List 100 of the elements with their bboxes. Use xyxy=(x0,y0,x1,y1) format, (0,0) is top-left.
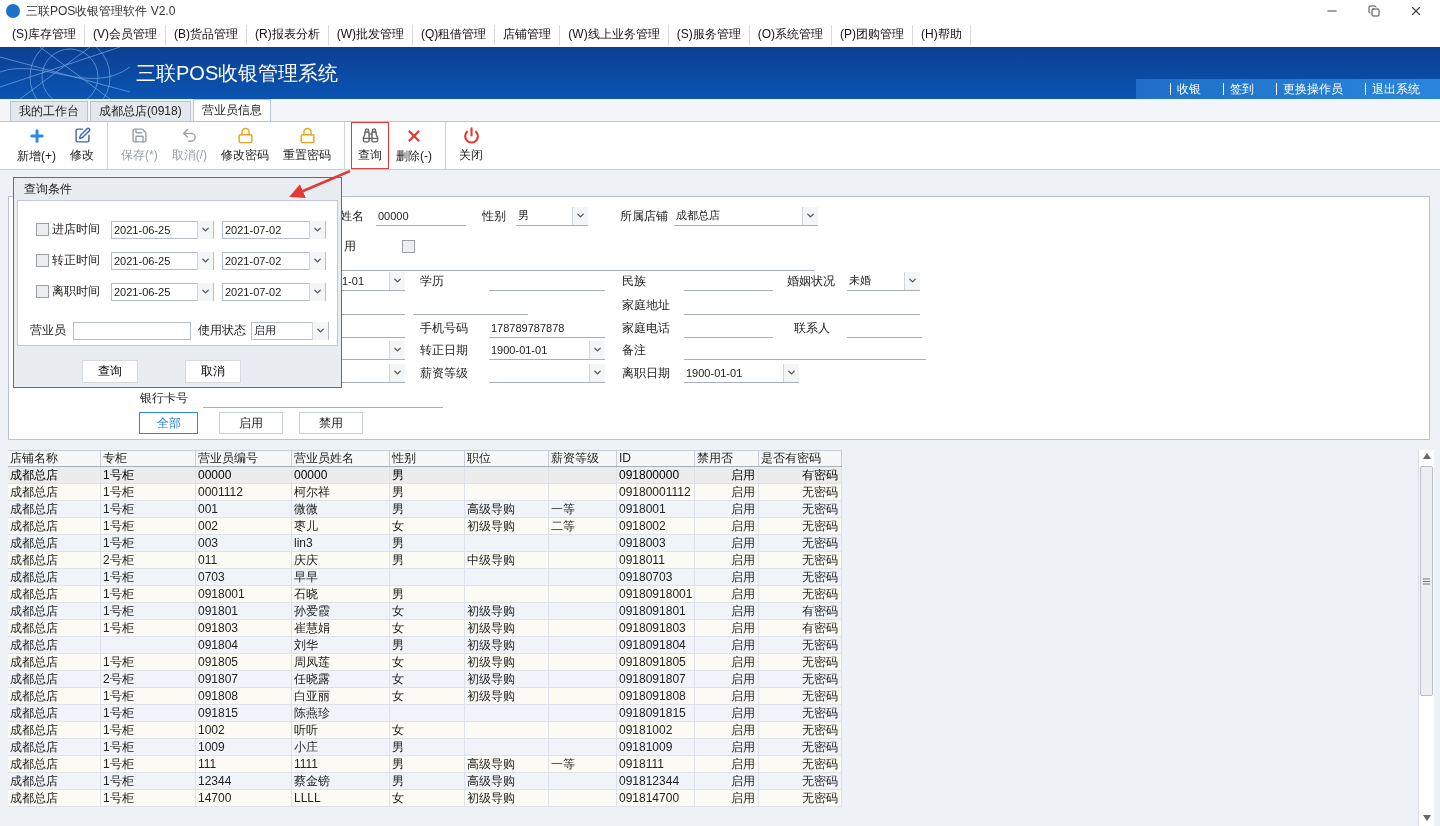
toolbar-button[interactable]: 修改 xyxy=(63,122,101,169)
filter-button[interactable]: 全部 xyxy=(139,412,198,434)
header-link[interactable]: 签到 xyxy=(1223,83,1262,95)
menu-item[interactable]: (R)报表分析 xyxy=(247,24,329,45)
column-header[interactable]: 营业员姓名 xyxy=(292,451,390,466)
column-header[interactable]: 专柜 xyxy=(101,451,196,466)
menu-item[interactable]: (O)系统管理 xyxy=(749,24,832,45)
text-field[interactable]: 00000 xyxy=(376,206,466,226)
checkbox[interactable] xyxy=(36,285,49,298)
field-label: 进店时间 xyxy=(52,221,101,238)
filter-button[interactable]: 启用 xyxy=(219,412,283,434)
table-row[interactable]: 成都总店 2号柜 091807 任晓露 女 初级导购 0918091807 启用 无密码 xyxy=(8,671,842,688)
column-header[interactable]: 店铺名称 xyxy=(8,451,101,466)
scroll-down-icon[interactable] xyxy=(1422,815,1431,821)
table-row[interactable]: 成都总店 1号柜 0918001 石晓 男 09180918001 启用 无密码 xyxy=(8,586,842,603)
table-row[interactable]: 成都总店 1号柜 002 枣儿 女 初级导购 二等 0918002 启用 无密码 xyxy=(8,518,842,535)
filter-button[interactable]: 禁用 xyxy=(299,412,363,434)
menu-item[interactable]: (H)帮助 xyxy=(913,24,971,45)
toolbar-button[interactable]: 关闭 xyxy=(452,122,490,169)
header-link[interactable]: 收银 xyxy=(1170,83,1209,95)
table-cell: 2号柜 xyxy=(101,552,196,568)
menu-item[interactable]: (Q)租借管理 xyxy=(413,24,496,45)
form-label: 用 xyxy=(344,237,357,255)
dialog-button[interactable]: 取消 xyxy=(185,360,241,383)
toolbar-button[interactable]: 新增(+) xyxy=(10,122,63,169)
table-cell: 0918091805 xyxy=(617,654,695,670)
table-cell: 启用 xyxy=(695,671,759,687)
table-row[interactable]: 成都总店 091804 刘华 男 初级导购 0918091804 启用 无密码 xyxy=(8,637,842,654)
status-select[interactable]: 启用 xyxy=(251,321,329,340)
toolbar-button[interactable]: 重置密码 xyxy=(276,122,338,169)
menu-item[interactable]: (V)会员管理 xyxy=(85,24,166,45)
menu-item[interactable]: (S)服务管理 xyxy=(668,24,750,45)
text-field[interactable]: 178789787878 xyxy=(489,318,605,338)
toolbar-button[interactable]: 查询 xyxy=(351,122,389,169)
date-picker[interactable]: 2021-06-25 xyxy=(111,251,214,270)
menu-item[interactable]: (W)线上业务管理 xyxy=(560,24,669,45)
column-header[interactable]: 薪资等级 xyxy=(549,451,617,466)
table-cell: 1号柜 xyxy=(101,773,196,789)
column-header[interactable]: 禁用否 xyxy=(695,451,759,466)
column-header[interactable]: 性别 xyxy=(390,451,465,466)
date-picker[interactable]: 2021-06-25 xyxy=(111,282,214,301)
column-header[interactable]: 是否有密码 xyxy=(759,451,842,466)
checkbox[interactable] xyxy=(36,223,49,236)
table-row[interactable]: 成都总店 1号柜 091805 周凤莲 女 初级导购 0918091805 启用 无密码 xyxy=(8,654,842,671)
table-row[interactable]: 成都总店 1号柜 111 1111 男 高级导购 一等 0918111 启用 无密码 xyxy=(8,756,842,773)
scroll-up-icon[interactable] xyxy=(1422,453,1431,459)
table-row[interactable]: 成都总店 1号柜 12344 蔡金镑 男 高级导购 091812344 启用 无密码 xyxy=(8,773,842,790)
header-link[interactable]: 更换操作员 xyxy=(1276,83,1351,95)
dialog-button[interactable]: 查询 xyxy=(82,360,138,383)
table-row[interactable]: 成都总店 1号柜 003 lin3 男 0918003 启用 无密码 xyxy=(8,535,842,552)
tab[interactable]: 我的工作台 xyxy=(10,101,88,121)
restore-icon xyxy=(1368,5,1380,17)
table-row[interactable]: 成都总店 1号柜 091801 孙爱霞 女 初级导购 0918091801 启用 有密码 xyxy=(8,603,842,620)
date-picker[interactable]: 2021-07-02 xyxy=(222,251,326,270)
menu-item[interactable]: 店铺管理 xyxy=(495,24,561,45)
date-picker[interactable]: 2021-06-25 xyxy=(111,220,214,239)
table-row[interactable]: 成都总店 1号柜 091803 崔慧娟 女 初级导购 0918091803 启用 有密码 xyxy=(8,620,842,637)
menu-item[interactable]: (S)库存管理 xyxy=(4,24,85,45)
combo-box[interactable]: 成都总店 xyxy=(674,206,818,226)
menu-item[interactable]: (P)团购管理 xyxy=(832,24,913,45)
table-row[interactable]: 成都总店 1号柜 001 微微 男 高级导购 一等 0918001 启用 无密码 xyxy=(8,501,842,518)
table-row[interactable]: 成都总店 1号柜 1009 小庄 男 09181009 启用 无密码 xyxy=(8,739,842,756)
checkbox[interactable] xyxy=(402,239,415,253)
toolbar-button[interactable]: 删除(-) xyxy=(389,122,439,169)
form-label: 离职日期 xyxy=(622,364,671,382)
table-row[interactable]: 成都总店 1号柜 00000 00000 男 091800000 启用 有密码 xyxy=(8,467,842,484)
table-cell: 成都总店 xyxy=(8,603,101,619)
tab[interactable]: 成都总店(0918) xyxy=(90,101,191,121)
table-cell: 1号柜 xyxy=(101,535,196,551)
plus-icon xyxy=(27,126,46,145)
combo-box[interactable]: 1900-01-01 xyxy=(489,340,605,360)
table-row[interactable]: 成都总店 1号柜 0703 早早 09180703 启用 无密码 xyxy=(8,569,842,586)
table-cell: 09181009 xyxy=(617,739,695,755)
table-row[interactable]: 成都总店 1号柜 14700 LLLL 女 初级导购 091814700 启用 无密码 xyxy=(8,790,842,807)
combo-box[interactable]: 未婚 xyxy=(847,271,920,291)
table-cell: 启用 xyxy=(695,637,759,653)
column-header[interactable]: ID xyxy=(617,451,695,466)
checkbox[interactable] xyxy=(36,254,49,267)
column-header[interactable]: 职位 xyxy=(465,451,549,466)
staff-input[interactable] xyxy=(73,321,191,340)
table-row[interactable]: 成都总店 2号柜 011 庆庆 男 中级导购 0918011 启用 无密码 xyxy=(8,552,842,569)
form-label: 学历 xyxy=(420,272,445,290)
column-header[interactable]: 营业员编号 xyxy=(196,451,292,466)
table-cell: 二等 xyxy=(549,518,617,534)
header-link[interactable]: 退出系统 xyxy=(1365,83,1428,95)
menu-item[interactable]: (W)批发管理 xyxy=(328,24,413,45)
menu-item[interactable]: (B)货品管理 xyxy=(166,24,247,45)
table-row[interactable]: 成都总店 1号柜 091815 陈燕珍 0918091815 启用 无密码 xyxy=(8,705,842,722)
date-picker[interactable]: 2021-07-02 xyxy=(222,220,326,239)
table-row[interactable]: 成都总店 1号柜 1002 听听 女 09181002 启用 无密码 xyxy=(8,722,842,739)
table-cell: 003 xyxy=(196,535,292,551)
combo-box[interactable] xyxy=(489,363,605,383)
table-row[interactable]: 成都总店 1号柜 091808 白亚丽 女 初级导购 0918091808 启用 无密码 xyxy=(8,688,842,705)
table-row[interactable]: 成都总店 1号柜 0001112 柯尔祥 男 09180001112 启用 无密码 xyxy=(8,484,842,501)
combo-box[interactable]: 1900-01-01 xyxy=(684,363,799,383)
scroll-thumb[interactable] xyxy=(1420,466,1433,696)
tab[interactable]: 营业员信息 xyxy=(192,99,271,121)
date-picker[interactable]: 2021-07-02 xyxy=(222,282,326,301)
combo-box[interactable]: 男 xyxy=(516,206,588,226)
toolbar-button[interactable]: 修改密码 xyxy=(214,122,276,169)
